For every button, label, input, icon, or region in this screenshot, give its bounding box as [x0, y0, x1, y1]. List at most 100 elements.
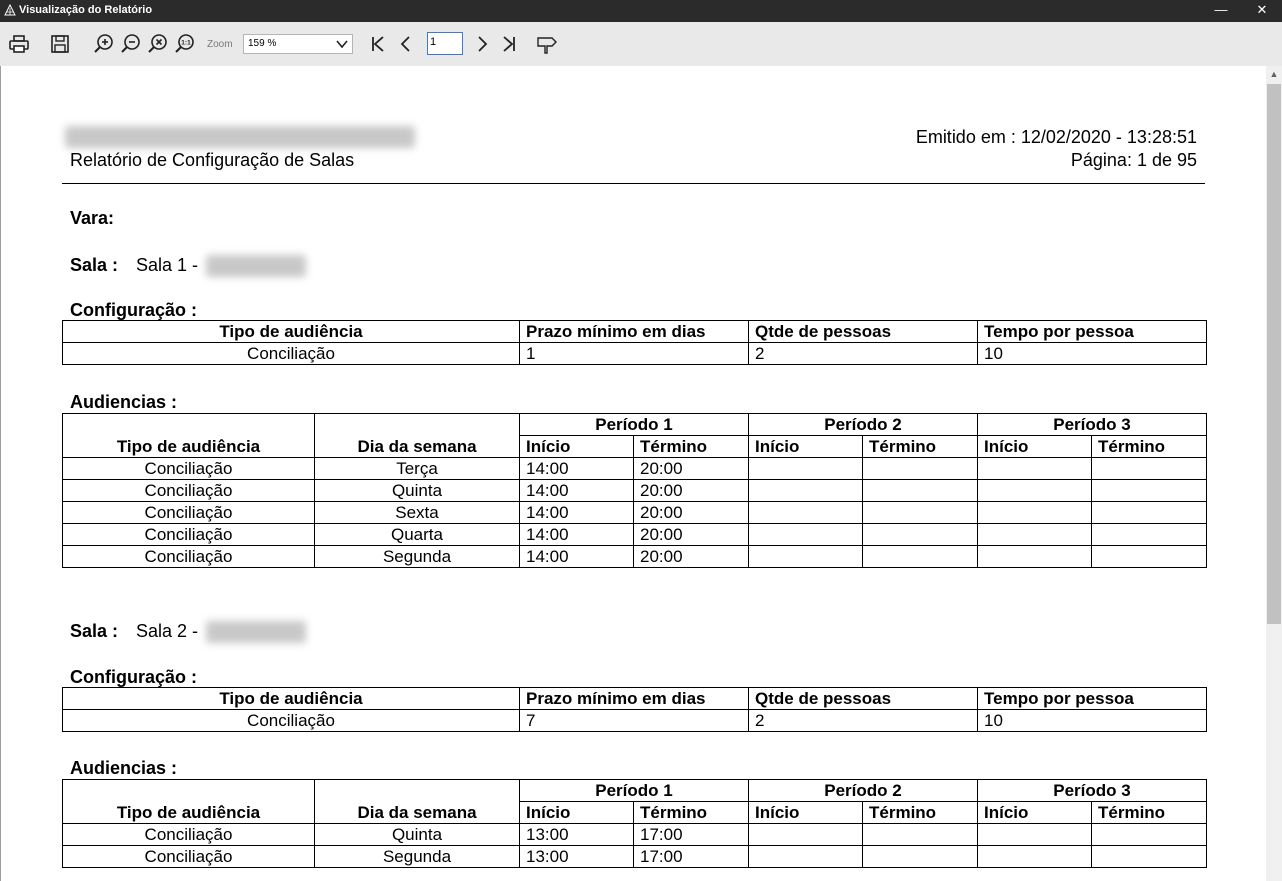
table-header: Término	[633, 435, 749, 458]
table-cell	[748, 823, 863, 846]
table-cell: 14:00	[519, 479, 634, 502]
table-header: Início	[977, 801, 1092, 824]
vara-label: Vara:	[70, 208, 115, 228]
table-header: Término	[1091, 801, 1207, 824]
vertical-scrollbar[interactable]: ▲	[1266, 66, 1282, 881]
table-cell: Conciliação	[62, 523, 315, 546]
audiencias-label: Audiencias :	[70, 392, 178, 412]
table-row: Conciliação 7 2 10	[62, 709, 1207, 732]
table-cell: Segunda	[314, 545, 520, 568]
table-cell: 17:00	[633, 845, 749, 868]
table-cell: 20:00	[633, 457, 749, 480]
table-row: Conciliação Terça 14:00 20:00	[62, 457, 1207, 480]
table-cell	[977, 457, 1092, 480]
emitted-date: Emitido em : 12/02/2020 - 13:28:51	[915, 127, 1197, 147]
prev-page-icon[interactable]	[394, 32, 418, 56]
table-header: Período 1	[519, 779, 749, 802]
table-header: Início	[977, 435, 1092, 458]
table-header: Prazo mínimo em dias	[519, 687, 749, 710]
table-cell	[977, 545, 1092, 568]
table-cell: 20:00	[633, 523, 749, 546]
zoom-page-icon[interactable]: 1:1	[173, 32, 197, 56]
minimize-button[interactable]: —	[1201, 0, 1241, 22]
table-header: Qtde de pessoas	[748, 320, 978, 343]
table-cell	[977, 823, 1092, 846]
table-header: Período 2	[748, 779, 978, 802]
table-header: Tipo de audiência	[62, 320, 520, 343]
config-label: Configuração :	[70, 300, 198, 320]
table-cell: 13:00	[519, 823, 634, 846]
table-header: Término	[862, 435, 978, 458]
table-cell	[862, 545, 978, 568]
scroll-up-icon[interactable]: ▲	[1266, 66, 1282, 82]
table-cell: 14:00	[519, 501, 634, 524]
table-header: Tempo por pessoa	[977, 320, 1207, 343]
table-cell	[748, 523, 863, 546]
table-header-row: Tipo de audiência Prazo mínimo em dias Q…	[62, 320, 1207, 343]
redacted-organization	[65, 126, 415, 148]
table-header: Início	[748, 801, 863, 824]
table-header: Início	[519, 435, 634, 458]
table-row: Conciliação Segunda 14:00 20:00	[62, 545, 1207, 568]
table-cell: Conciliação	[62, 479, 315, 502]
table-cell	[977, 479, 1092, 502]
toolbar: 1:1 Zoom 159 % 1	[0, 22, 1282, 67]
print-icon[interactable]	[7, 32, 31, 56]
table-cell	[1091, 457, 1207, 480]
zoom-reset-icon[interactable]	[146, 32, 170, 56]
table-cell: Terça	[314, 457, 520, 480]
table-row: Conciliação Sexta 14:00 20:00	[62, 501, 1207, 524]
table-cell: 13:00	[519, 845, 634, 868]
table-cell: Conciliação	[62, 545, 315, 568]
table-cell: 10	[977, 709, 1207, 732]
scrollbar-thumb[interactable]	[1267, 84, 1281, 624]
table-cell: Sexta	[314, 501, 520, 524]
save-icon[interactable]	[48, 32, 72, 56]
table-header: Início	[748, 435, 863, 458]
table-cell: 17:00	[633, 823, 749, 846]
table-cell	[862, 523, 978, 546]
table-header: Término	[862, 801, 978, 824]
table-cell: Conciliação	[62, 845, 315, 868]
table-cell	[862, 845, 978, 868]
config-table: Tipo de audiência Prazo mínimo em dias Q…	[62, 320, 1207, 365]
table-cell	[748, 545, 863, 568]
zoom-out-icon[interactable]	[119, 32, 143, 56]
table-header: Dia da semana	[314, 779, 520, 824]
table-cell	[862, 823, 978, 846]
report-viewer[interactable]: Relatório de Configuração de Salas Emiti…	[0, 66, 1266, 881]
table-row: Conciliação Quinta 14:00 20:00	[62, 479, 1207, 502]
table-cell: 1	[519, 342, 749, 365]
next-page-icon[interactable]	[470, 32, 494, 56]
redacted-sala-name	[206, 621, 306, 643]
table-cell: 7	[519, 709, 749, 732]
table-cell: Quinta	[314, 479, 520, 502]
report-title: Relatório de Configuração de Salas	[70, 150, 355, 170]
table-cell	[1091, 501, 1207, 524]
sala-label: Sala :	[70, 255, 119, 275]
hand-pointer-icon[interactable]	[535, 32, 559, 56]
page-indicator: Página: 1 de 95	[1070, 150, 1197, 170]
table-cell	[977, 523, 1092, 546]
table-header: Período 1	[519, 413, 749, 436]
table-header: Período 2	[748, 413, 978, 436]
table-header: Dia da semana	[314, 413, 520, 458]
first-page-icon[interactable]	[366, 32, 390, 56]
app-icon	[4, 4, 16, 16]
sala-name: Sala 1 -	[136, 255, 199, 275]
chevron-down-icon	[336, 40, 348, 49]
page-number-input[interactable]: 1	[427, 32, 463, 55]
zoom-in-icon[interactable]	[92, 32, 116, 56]
close-button[interactable]: ✕	[1242, 0, 1282, 22]
last-page-icon[interactable]	[497, 32, 521, 56]
zoom-select[interactable]: 159 %	[243, 34, 353, 54]
svg-text:1:1: 1:1	[181, 40, 191, 47]
table-cell: 2	[748, 709, 978, 732]
table-cell	[1091, 523, 1207, 546]
config-label: Configuração :	[70, 667, 198, 687]
table-row: Conciliação Quarta 14:00 20:00	[62, 523, 1207, 546]
table-cell	[977, 845, 1092, 868]
table-cell: Conciliação	[62, 501, 315, 524]
table-header-row: Tipo de audiência Prazo mínimo em dias Q…	[62, 687, 1207, 710]
table-cell	[748, 501, 863, 524]
